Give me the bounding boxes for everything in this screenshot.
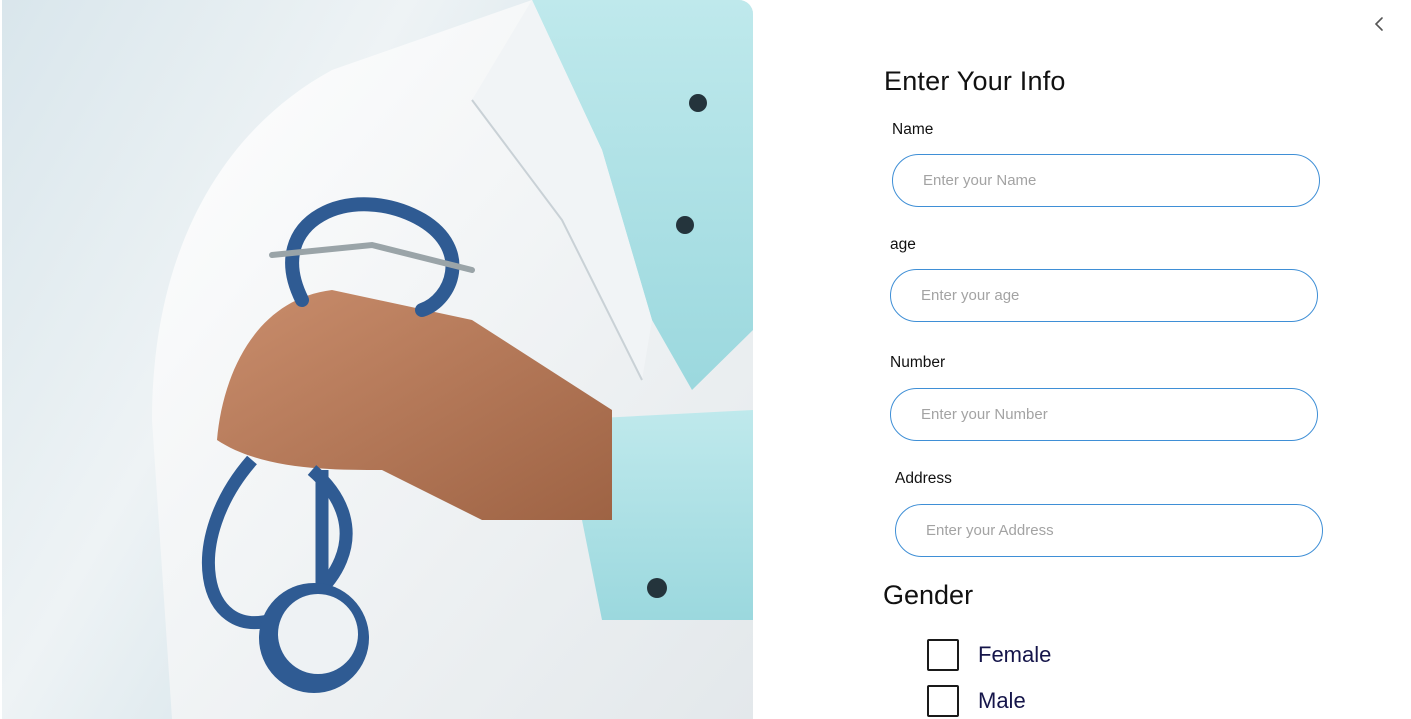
address-input[interactable] bbox=[895, 504, 1323, 557]
age-input[interactable] bbox=[890, 269, 1318, 322]
page: Enter Your Info Name age Number Address … bbox=[0, 0, 1411, 719]
age-label: age bbox=[890, 236, 916, 253]
name-label: Name bbox=[892, 121, 934, 138]
male-checkbox[interactable] bbox=[927, 685, 959, 717]
doctor-illustration bbox=[152, 0, 753, 719]
chevron-left-icon bbox=[1374, 17, 1383, 31]
gender-title: Gender bbox=[883, 580, 974, 610]
form-title: Enter Your Info bbox=[884, 66, 1066, 96]
number-label: Number bbox=[890, 354, 946, 371]
doctor-hero-image bbox=[2, 0, 753, 719]
gender-option-female[interactable]: Female bbox=[927, 639, 1051, 671]
female-checkbox[interactable] bbox=[927, 639, 959, 671]
name-input[interactable] bbox=[892, 154, 1320, 207]
address-label: Address bbox=[895, 470, 952, 487]
back-button[interactable] bbox=[1368, 12, 1390, 36]
number-input[interactable] bbox=[890, 388, 1318, 441]
gender-option-male[interactable]: Male bbox=[927, 685, 1026, 717]
male-label: Male bbox=[978, 688, 1026, 713]
female-label: Female bbox=[978, 642, 1052, 667]
